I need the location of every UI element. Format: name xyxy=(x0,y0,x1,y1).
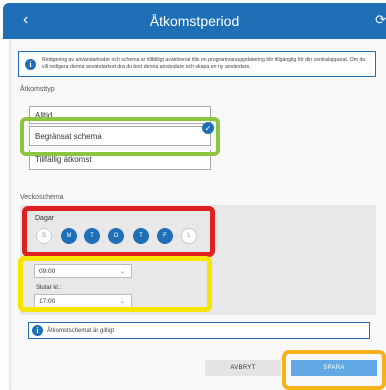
save-button[interactable]: SPARA xyxy=(291,360,377,376)
info-icon: i xyxy=(32,325,43,336)
schedule-valid-text: Åtkomstschemat är giltigt xyxy=(47,327,115,334)
refresh-icon[interactable]: ⟳ xyxy=(375,12,386,28)
access-option-always[interactable]: Alltid xyxy=(29,106,211,124)
check-icon: ✓ xyxy=(202,122,214,134)
end-time-value: 17:00 xyxy=(39,297,56,305)
end-time-label: Slutar kl.: xyxy=(36,285,62,291)
app-header: ‹ Åtkomstperiod ⟳ xyxy=(3,3,386,39)
info-banner: i Redigering av användarkoder och schema… xyxy=(18,51,376,77)
access-option-limited-schedule[interactable]: Begränsat schema xyxy=(29,126,211,146)
day-sunday[interactable]: S xyxy=(36,228,52,244)
day-monday[interactable]: M xyxy=(61,228,77,244)
start-time-label: Startar kl.: xyxy=(36,256,64,262)
day-thursday[interactable]: T xyxy=(133,228,149,244)
day-saturday[interactable]: L xyxy=(181,228,197,244)
access-option-temporary[interactable]: Tillfällig åtkomst xyxy=(29,150,211,170)
weekly-schedule-label: Veckoschema xyxy=(20,194,64,201)
chevron-down-icon: ⌄ xyxy=(119,269,125,275)
access-type-label: Åtkomsttyp xyxy=(20,86,55,93)
page-title: Åtkomstperiod xyxy=(149,13,240,29)
chevron-down-icon: ⌄ xyxy=(119,299,125,305)
end-time-select[interactable]: 17:00 ⌄ xyxy=(34,294,132,308)
start-time-value: 09:00 xyxy=(39,267,56,275)
day-tuesday[interactable]: T xyxy=(84,228,100,244)
cancel-button[interactable]: AVBRYT xyxy=(205,360,281,376)
start-time-select[interactable]: 09:00 ⌄ xyxy=(34,264,132,278)
info-banner-text: Redigering av användarkoder och schema ä… xyxy=(42,57,366,70)
info-icon: i xyxy=(25,58,36,70)
day-friday[interactable]: F xyxy=(157,228,173,244)
days-label: Dagar xyxy=(35,215,55,222)
day-wednesday[interactable]: O xyxy=(108,228,124,244)
schedule-valid-status: i Åtkomstschemat är giltigt xyxy=(28,322,370,339)
